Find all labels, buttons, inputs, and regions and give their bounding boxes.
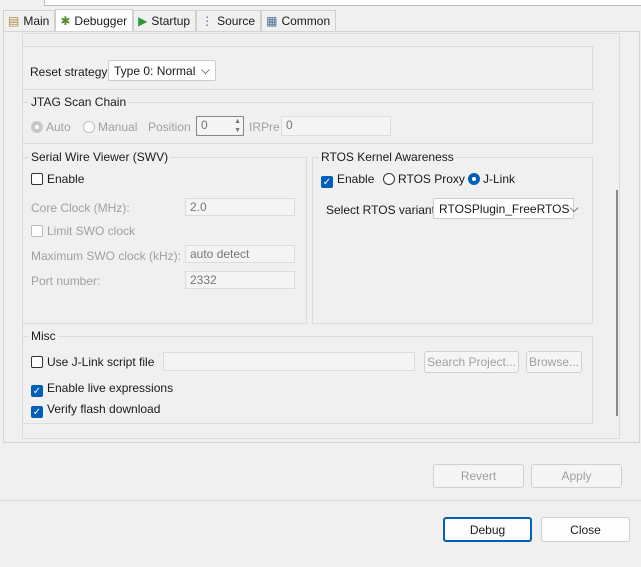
verify-flash-checkbox[interactable]: ✓ Verify flash download: [31, 402, 160, 418]
tab-startup[interactable]: ▶ Startup: [133, 10, 197, 31]
live-expressions-label: Enable live expressions: [47, 381, 174, 395]
irpre-field[interactable]: 0: [281, 116, 391, 136]
verify-flash-label: Verify flash download: [47, 402, 161, 416]
tab-debugger[interactable]: ✱ Debugger: [55, 9, 134, 32]
table-icon: ▦: [266, 14, 278, 28]
swv-enable-checkbox[interactable]: Enable: [31, 172, 84, 186]
apply-button[interactable]: Apply: [531, 464, 622, 488]
name-field[interactable]: [44, 0, 641, 6]
document-icon: ▤: [8, 14, 20, 28]
apply-label: Apply: [561, 469, 592, 483]
position-stepper[interactable]: 0 ▲ ▼: [196, 116, 244, 136]
jlink-label: J-Link: [483, 172, 516, 186]
swv-enable-label: Enable: [47, 172, 85, 186]
script-label: Use J-Link script file: [47, 355, 155, 369]
close-button[interactable]: Close: [541, 517, 630, 542]
misc-group: Misc Use J-Link script file Search Proje…: [22, 329, 593, 424]
tab-common[interactable]: ▦ Common: [261, 10, 337, 31]
browse-button[interactable]: Browse...: [526, 351, 582, 373]
rtos-variant-value: RTOSPlugin_FreeRTOS: [439, 201, 570, 216]
spinner-arrows-icon: ▲ ▼: [234, 118, 241, 134]
port-label: Port number:: [31, 274, 101, 288]
auto-label: Auto: [46, 120, 71, 134]
script-path-field[interactable]: [163, 352, 415, 371]
rtos-title: RTOS Kernel Awareness: [319, 150, 456, 164]
misc-title: Misc: [29, 329, 58, 343]
position-label: Position: [148, 120, 191, 134]
live-expressions-checkbox[interactable]: ✓ Enable live expressions: [31, 381, 173, 397]
reset-value: Type 0: Normal: [114, 63, 196, 78]
play-icon: ▶: [138, 14, 148, 28]
reset-strategy-select[interactable]: Type 0: Normal ⌵: [108, 60, 216, 81]
limit-swo-checkbox[interactable]: Limit SWO clock: [31, 224, 135, 238]
script-checkbox[interactable]: Use J-Link script file: [31, 355, 154, 369]
limit-swo-label: Limit SWO clock: [47, 224, 136, 238]
bug-icon: ✱: [60, 14, 71, 28]
reset-label: Reset strategy: [30, 65, 108, 79]
tab-bar: ▤ Main ✱ Debugger ▶ Startup ⋮ Source ▦ Common: [3, 9, 337, 32]
rtos-proxy-radio[interactable]: RTOS Proxy: [383, 172, 465, 186]
max-swo-value: auto detect: [190, 247, 250, 261]
core-clock-label: Core Clock (MHz):: [31, 201, 130, 215]
jtag-group: JTAG Scan Chain Auto Manual Position 0 ▲ ▼…: [22, 95, 593, 144]
port-value: 2332: [190, 273, 217, 287]
tab-source[interactable]: ⋮ Source: [196, 10, 262, 31]
rtos-proxy-label: RTOS Proxy: [398, 172, 465, 186]
jtag-title: JTAG Scan Chain: [29, 95, 129, 109]
chevron-down-icon: ⌵: [200, 63, 210, 77]
search-project-button[interactable]: Search Project...: [424, 351, 519, 373]
core-clock-value: 2.0: [190, 200, 207, 214]
close-label: Close: [570, 522, 601, 537]
reset-group: Reset strategy Type 0: Normal ⌵: [22, 46, 593, 90]
manual-label: Manual: [98, 120, 138, 134]
chevron-down-icon: ⌵: [569, 201, 579, 215]
debug-button[interactable]: Debug: [443, 517, 532, 542]
max-swo-field[interactable]: auto detect: [185, 245, 295, 263]
manual-radio[interactable]: Manual: [83, 120, 137, 134]
rtos-enable-checkbox[interactable]: ✓ Enable: [321, 172, 374, 188]
source-tree-icon: ⋮: [201, 14, 214, 28]
jlink-radio[interactable]: J-Link: [468, 172, 515, 186]
debug-label: Debug: [469, 522, 506, 537]
revert-label: Revert: [460, 469, 497, 483]
divider: [0, 500, 641, 501]
swv-title: Serial Wire Viewer (SWV): [29, 150, 171, 164]
max-swo-label: Maximum SWO clock (kHz):: [31, 249, 181, 263]
search-project-label: Search Project...: [427, 355, 516, 369]
irpre-value: 0: [286, 118, 293, 132]
tab-main[interactable]: ▤ Main: [3, 10, 56, 31]
rtos-group: RTOS Kernel Awareness ✓ Enable RTOS Proxy…: [312, 150, 593, 324]
rtos-variant-label: Select RTOS variant:: [326, 203, 439, 217]
swv-group: Serial Wire Viewer (SWV) Enable Core Clo…: [22, 150, 307, 324]
rtos-variant-select[interactable]: RTOSPlugin_FreeRTOS ⌵: [433, 198, 579, 219]
position-value: 0: [201, 118, 208, 132]
rtos-enable-label: Enable: [337, 172, 375, 186]
irpre-label: IRPre: [249, 120, 280, 134]
revert-button[interactable]: Revert: [433, 464, 524, 488]
core-clock-field[interactable]: 2.0: [185, 198, 295, 216]
browse-label: Browse...: [528, 355, 579, 369]
vertical-scrollbar[interactable]: [616, 190, 618, 416]
auto-radio[interactable]: Auto: [31, 120, 71, 134]
port-field[interactable]: 2332: [185, 271, 295, 289]
